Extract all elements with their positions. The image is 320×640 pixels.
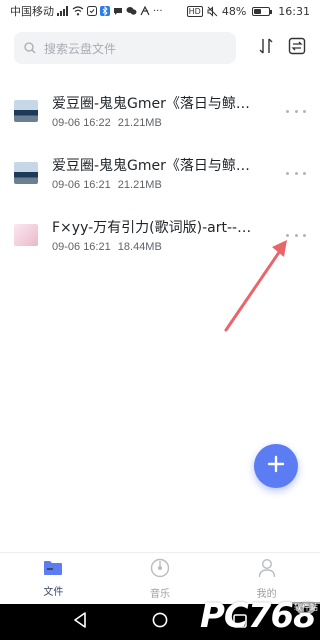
battery-percent: 48% bbox=[221, 4, 247, 18]
watermark-logo: PC768 软件站 bbox=[200, 596, 320, 636]
file-date: 09-06 16:22 bbox=[52, 117, 111, 129]
transfer-list-icon[interactable] bbox=[288, 37, 306, 59]
tab-label: 文件 bbox=[43, 586, 64, 598]
add-button[interactable] bbox=[254, 444, 298, 488]
file-item[interactable]: F×yy-万有引力(歌词版)-art--F×yy 09-06 16:21 18.… bbox=[0, 204, 320, 266]
signal-icon bbox=[57, 6, 69, 16]
file-item[interactable]: 爱豆圈-鬼鬼Gmer《落日与鲸鱼》 09-06 16:22 21.21MB bbox=[0, 80, 320, 142]
watermark-sub: 软件站 bbox=[291, 602, 320, 613]
home-icon[interactable] bbox=[152, 612, 168, 632]
more-options-icon[interactable] bbox=[286, 166, 306, 180]
file-date: 09-06 16:21 bbox=[52, 179, 111, 191]
more-notifications-icon: ··· bbox=[153, 5, 163, 17]
tab-label: 音乐 bbox=[150, 588, 170, 600]
user-icon bbox=[258, 558, 276, 582]
wifi-icon bbox=[72, 6, 84, 16]
file-name: 爱豆圈-鬼鬼Gmer《落日与鲸鱼》 bbox=[52, 96, 252, 112]
file-item[interactable]: 爱豆圈-鬼鬼Gmer《落日与鲸鱼》 09-06 16:21 21.21MB bbox=[0, 142, 320, 204]
file-date: 09-06 16:21 bbox=[52, 241, 111, 253]
sort-icon[interactable] bbox=[258, 37, 274, 59]
hd-badge: HD bbox=[186, 5, 203, 17]
status-bar: 中国移动 ··· HD 48% 16:31 bbox=[0, 0, 320, 22]
file-size: 21.21MB bbox=[117, 179, 162, 191]
carrier-label: 中国移动 bbox=[10, 5, 54, 18]
file-size: 21.21MB bbox=[117, 117, 162, 129]
top-bar: 搜索云盘文件 bbox=[0, 30, 320, 66]
more-options-icon[interactable] bbox=[286, 228, 306, 242]
tab-files[interactable]: 文件 bbox=[0, 553, 107, 604]
music-disc-icon bbox=[150, 558, 170, 582]
clock: 16:31 bbox=[278, 4, 310, 18]
mute-icon bbox=[207, 5, 218, 17]
file-name: F×yy-万有引力(歌词版)-art--F×yy bbox=[52, 220, 252, 236]
chat-icon bbox=[126, 6, 137, 16]
tab-music[interactable]: 音乐 bbox=[107, 553, 214, 604]
video-thumb-sea bbox=[14, 162, 38, 184]
battery-icon bbox=[252, 6, 273, 16]
message-icon bbox=[113, 6, 123, 16]
bluetooth-app-icon bbox=[100, 6, 110, 16]
plus-icon bbox=[267, 455, 285, 477]
back-icon[interactable] bbox=[73, 612, 87, 632]
search-placeholder: 搜索云盘文件 bbox=[44, 41, 117, 56]
file-list: 爱豆圈-鬼鬼Gmer《落日与鲸鱼》 09-06 16:22 21.21MB 爱豆… bbox=[0, 80, 320, 266]
file-size: 18.44MB bbox=[117, 241, 162, 253]
file-name: 爱豆圈-鬼鬼Gmer《落日与鲸鱼》 bbox=[52, 158, 252, 174]
app-notification-icon bbox=[87, 6, 97, 16]
video-thumb-pink bbox=[14, 224, 38, 246]
shape-app-icon bbox=[140, 6, 150, 16]
search-input[interactable]: 搜索云盘文件 bbox=[14, 32, 236, 64]
folder-icon bbox=[43, 560, 63, 580]
more-options-icon[interactable] bbox=[286, 104, 306, 118]
video-thumb-sea bbox=[14, 100, 38, 122]
search-icon bbox=[24, 39, 36, 58]
